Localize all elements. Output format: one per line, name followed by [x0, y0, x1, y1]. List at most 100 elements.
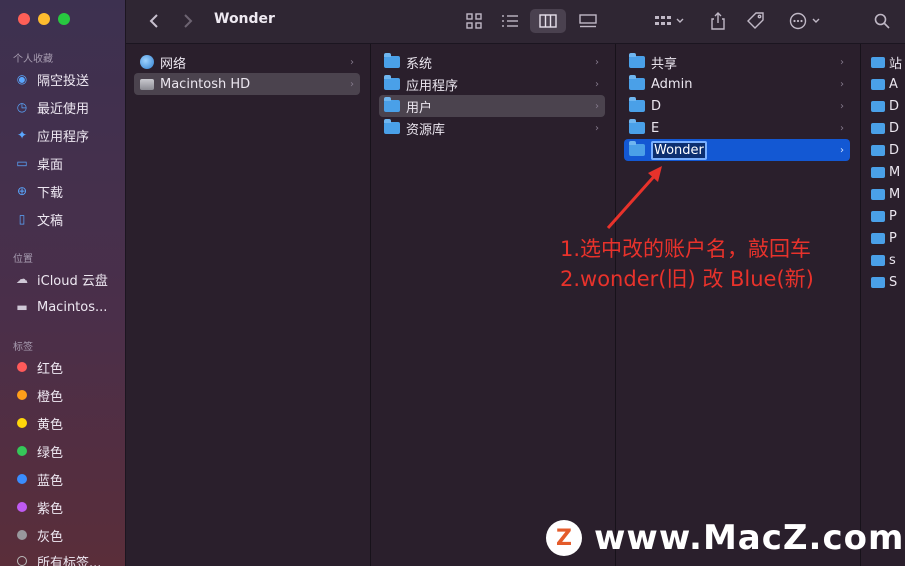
- list-item-e[interactable]: E ›: [624, 117, 850, 139]
- list-item[interactable]: A: [871, 73, 898, 95]
- globe-icon: [140, 55, 154, 69]
- tag-dot-icon: [17, 390, 27, 400]
- sidebar-item-icloud[interactable]: ☁ iCloud 云盘: [15, 268, 108, 290]
- sidebar-tag-blue[interactable]: 蓝色: [15, 468, 63, 490]
- chevron-right-icon: ›: [350, 56, 354, 68]
- tag-dot-icon: [17, 418, 27, 428]
- airdrop-icon: ◉: [16, 72, 28, 86]
- folder-icon: [871, 100, 885, 112]
- group-button[interactable]: [650, 9, 690, 33]
- folder-icon: [384, 97, 400, 112]
- list-item[interactable]: D: [871, 95, 899, 117]
- list-item[interactable]: D: [871, 117, 899, 139]
- back-button[interactable]: [144, 9, 164, 33]
- rename-field[interactable]: Wonder: [651, 140, 707, 160]
- sidebar-tag-purple[interactable]: 紫色: [15, 496, 63, 518]
- chevron-right-icon: ›: [350, 78, 354, 90]
- list-item[interactable]: M: [871, 183, 900, 205]
- folder-locked-icon: [871, 122, 885, 134]
- document-icon: ▯: [18, 212, 26, 226]
- chevron-left-icon: [149, 14, 158, 28]
- tag-dot-icon: [17, 502, 27, 512]
- columns-icon: [539, 14, 557, 28]
- window-controls: [18, 13, 70, 25]
- column-1: 网络 › Macintosh HD ›: [126, 44, 371, 566]
- list-item-macintosh-hd[interactable]: Macintosh HD ›: [134, 73, 360, 95]
- close-button[interactable]: [18, 13, 30, 25]
- list-item-shared[interactable]: 共享 ›: [624, 51, 850, 73]
- folder-icon: [629, 75, 645, 90]
- harddisk-icon: [140, 78, 154, 90]
- sidebar-item-desktop[interactable]: ▭ 桌面: [15, 152, 63, 174]
- list-item[interactable]: D: [871, 139, 899, 161]
- sidebar-item-airdrop[interactable]: ◉ 隔空投送: [15, 68, 89, 90]
- macz-logo-icon: Z: [546, 520, 582, 556]
- folder-locked-icon: [871, 144, 885, 156]
- folder-icon: [871, 56, 885, 68]
- folder-locked-icon: [871, 188, 885, 200]
- list-item-library[interactable]: 资源库 ›: [379, 117, 605, 139]
- minimize-button[interactable]: [38, 13, 50, 25]
- list-item[interactable]: S: [871, 271, 897, 293]
- locations-header: 位置: [13, 254, 33, 265]
- zoom-button[interactable]: [58, 13, 70, 25]
- chevron-right-icon: ›: [840, 144, 844, 156]
- column-view-button[interactable]: [530, 9, 566, 33]
- folder-locked-icon: [871, 166, 885, 178]
- folder-icon: [384, 119, 400, 134]
- column-2: 系统 › 应用程序 › 用户 › 资源库 ›: [371, 44, 616, 566]
- sidebar-item-macintosh-hd[interactable]: ▬ Macintos...: [15, 296, 107, 318]
- annotation-line-2: 2.wonder(旧) 改 Blue(新): [560, 267, 814, 291]
- folder-icon: [629, 141, 645, 156]
- more-actions-button[interactable]: [786, 9, 826, 33]
- list-item-network[interactable]: 网络 ›: [134, 51, 360, 73]
- chevron-right-icon: ›: [840, 100, 844, 112]
- chevron-right-icon: [184, 14, 193, 28]
- list-item-applications[interactable]: 应用程序 ›: [379, 73, 605, 95]
- sidebar-item-documents[interactable]: ▯ 文稿: [15, 208, 63, 230]
- window-title: Wonder: [214, 11, 275, 27]
- share-icon: [711, 12, 725, 30]
- sidebar-item-downloads[interactable]: ⊕ 下载: [15, 180, 63, 202]
- tag-button[interactable]: [744, 9, 768, 33]
- sidebar-tag-red[interactable]: 红色: [15, 356, 63, 378]
- forward-button[interactable]: [178, 9, 198, 33]
- share-button[interactable]: [706, 9, 730, 33]
- tag-dot-icon: [17, 530, 27, 540]
- list-item-wonder[interactable]: Wonder ›: [624, 139, 850, 161]
- gallery-view-button[interactable]: [574, 9, 602, 33]
- folder-locked-icon: [871, 232, 885, 244]
- folder-icon: [629, 119, 645, 134]
- column-4: 站 A D D D M M P P s S: [861, 44, 905, 566]
- list-item-admin[interactable]: Admin ›: [624, 73, 850, 95]
- sidebar-tag-gray[interactable]: 灰色: [15, 524, 63, 546]
- sidebar-item-applications[interactable]: ✦ 应用程序: [15, 124, 89, 146]
- search-button[interactable]: [870, 9, 894, 33]
- list-item-d[interactable]: D ›: [624, 95, 850, 117]
- desktop-icon: ▭: [16, 156, 28, 170]
- sidebar-tag-orange[interactable]: 橙色: [15, 384, 63, 406]
- list-item[interactable]: s: [871, 249, 896, 271]
- tag-dot-icon: [17, 446, 27, 456]
- list-item[interactable]: P: [871, 205, 897, 227]
- sidebar: 个人收藏 ◉ 隔空投送 ◷ 最近使用 ✦ 应用程序 ▭ 桌面 ⊕ 下载 ▯ 文稿…: [0, 0, 126, 566]
- list-item[interactable]: 站: [871, 51, 902, 73]
- chevron-right-icon: ›: [595, 56, 599, 68]
- list-item[interactable]: P: [871, 227, 897, 249]
- list-item-users[interactable]: 用户 ›: [379, 95, 605, 117]
- search-icon: [874, 13, 890, 29]
- list-icon: [502, 15, 518, 27]
- toolbar: Wonder: [126, 0, 905, 44]
- sidebar-all-tags[interactable]: 所有标签...: [15, 550, 101, 566]
- sidebar-tag-green[interactable]: 绿色: [15, 440, 63, 462]
- chevron-right-icon: ›: [595, 100, 599, 112]
- list-view-button[interactable]: [496, 9, 524, 33]
- list-item[interactable]: M: [871, 161, 900, 183]
- folder-icon: [629, 53, 645, 68]
- list-item-system[interactable]: 系统 ›: [379, 51, 605, 73]
- icon-view-button[interactable]: [460, 9, 488, 33]
- annotation-line-1: 1.选中改的账户名，敲回车: [560, 237, 812, 261]
- sidebar-item-recents[interactable]: ◷ 最近使用: [15, 96, 89, 118]
- sidebar-tag-yellow[interactable]: 黄色: [15, 412, 63, 434]
- chevron-right-icon: ›: [840, 122, 844, 134]
